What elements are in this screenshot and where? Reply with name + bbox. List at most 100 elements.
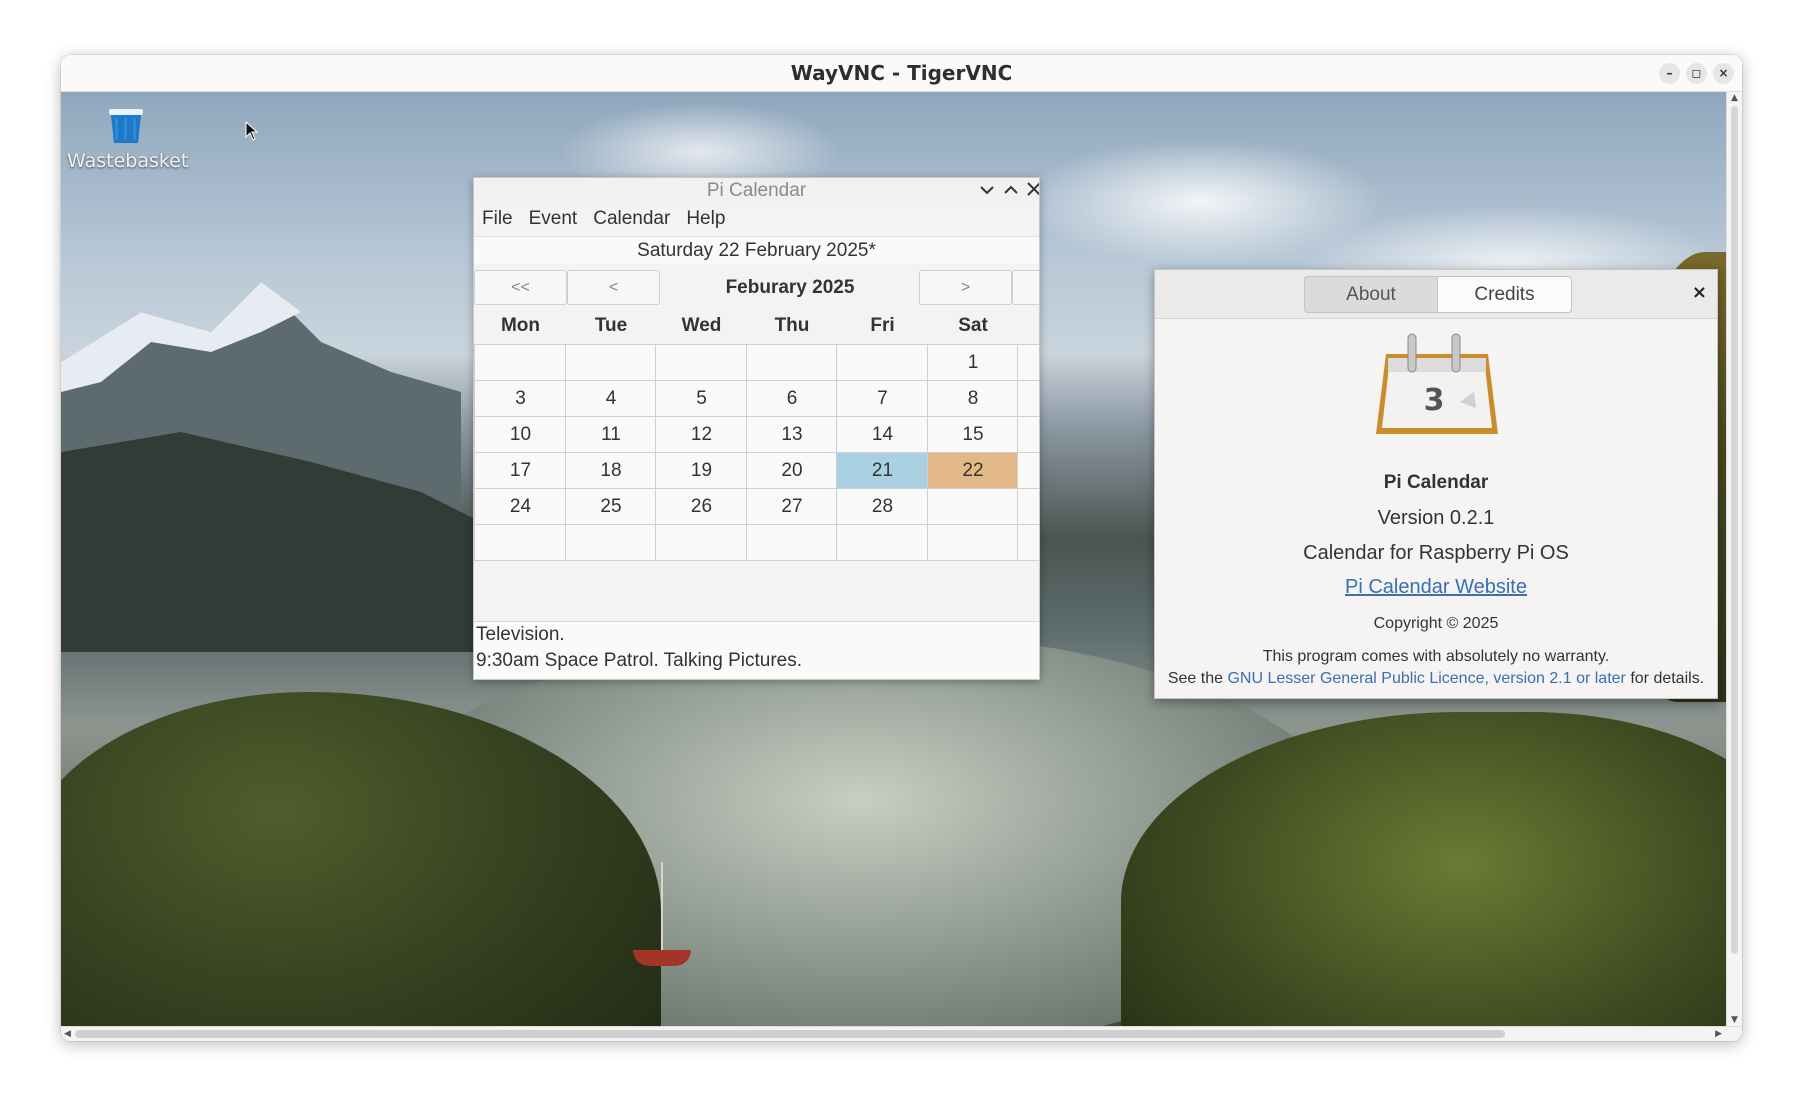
calendar-day-cell[interactable]: 2 [1017, 344, 1039, 381]
calendar-day-cell[interactable]: 9 [1017, 380, 1039, 417]
menu-help[interactable]: Help [678, 204, 733, 234]
calendar-day-cell[interactable]: 16 [1017, 416, 1039, 453]
calendar-day-cell[interactable] [745, 344, 839, 381]
calendar-day-cell[interactable]: 22 [926, 452, 1020, 489]
tab-about[interactable]: About [1304, 276, 1438, 313]
tab-credits[interactable]: Credits [1438, 276, 1572, 313]
close-icon[interactable] [1027, 182, 1040, 196]
pi-calendar-window: Pi Calendar File Event Calendar Help Sat… [473, 177, 1040, 680]
selected-date-label: Saturday 22 February 2025* [474, 236, 1039, 264]
vnc-window-title: WayVNC - TigerVNC [790, 61, 1013, 85]
scroll-right-arrow-icon[interactable]: ▶ [1715, 1029, 1722, 1039]
prev-year-button[interactable]: << [474, 270, 567, 305]
calendar-day-cell[interactable]: 27 [745, 488, 839, 525]
calendar-day-cell[interactable]: 3 [474, 380, 567, 417]
calendar-day-cell[interactable]: 23 [1017, 452, 1039, 489]
month-label: Feburary 2025 [725, 277, 855, 298]
calendar-day-cell[interactable]: 5 [655, 380, 748, 417]
calendar-menubar: File Event Calendar Help [474, 204, 1039, 234]
day-header-4: Fri [870, 315, 895, 336]
calendar-day-cell[interactable]: 8 [926, 380, 1020, 417]
trash-icon [109, 109, 143, 143]
calendar-day-cell[interactable] [1017, 524, 1039, 561]
calendar-day-cell[interactable]: 13 [745, 416, 839, 453]
calendar-day-cell[interactable]: 15 [926, 416, 1020, 453]
calendar-day-cell[interactable]: 25 [564, 488, 658, 525]
calendar-day-cell[interactable] [1017, 488, 1039, 525]
about-description: Calendar for Raspberry Pi OS [1303, 542, 1569, 564]
calendar-day-cell[interactable]: 24 [474, 488, 567, 525]
calendar-day-cell[interactable]: 10 [474, 416, 567, 453]
calendar-day-cell[interactable]: 20 [745, 452, 839, 489]
desktop-wallpaper: Wastebasket Pi Calendar File Event Calen… [61, 92, 1726, 1026]
chevron-down-icon[interactable] [980, 184, 994, 196]
day-header-2: Wed [681, 315, 722, 336]
about-version: Version 0.2.1 [1377, 507, 1495, 529]
day-header-1: Tue [594, 315, 628, 336]
day-headers: Mon Tue Wed Thu Fri Sat Sun [474, 308, 1039, 344]
calendar-day-cell[interactable]: 6 [745, 380, 839, 417]
calendar-day-cell[interactable] [836, 344, 929, 381]
vnc-titlebar[interactable]: WayVNC - TigerVNC – ◻ × [61, 55, 1742, 92]
calendar-day-cell[interactable] [564, 524, 658, 561]
calendar-day-cell[interactable]: 17 [474, 452, 567, 489]
menu-event[interactable]: Event [521, 204, 586, 234]
mouse-cursor-icon [245, 121, 259, 141]
calendar-day-cell[interactable]: 7 [836, 380, 929, 417]
next-month-button[interactable]: > [919, 270, 1012, 305]
calendar-icon-number: 3 [1424, 383, 1445, 418]
calendar-day-cell[interactable]: 14 [836, 416, 929, 453]
calendar-day-cell[interactable] [836, 524, 929, 561]
about-app-name: Pi Calendar [1383, 472, 1489, 493]
calendar-title: Pi Calendar [706, 180, 807, 201]
minimize-button[interactable]: – [1659, 63, 1680, 84]
calendar-day-cell[interactable] [655, 344, 748, 381]
calendar-day-cell[interactable] [926, 488, 1020, 525]
calendar-app-icon: 3 [1376, 333, 1498, 434]
calendar-day-cell[interactable] [474, 344, 567, 381]
about-copyright: Copyright © 2025 [1373, 615, 1499, 632]
calendar-day-cell[interactable]: 18 [564, 452, 658, 489]
scroll-up-arrow-icon[interactable]: ▲ [1731, 93, 1738, 103]
licence-suffix: for details. [1625, 670, 1705, 687]
website-link-text[interactable]: Pi Calendar Website [1345, 576, 1527, 598]
vertical-scrollbar[interactable]: ▲ ▼ [1726, 92, 1742, 1026]
event-line[interactable]: 9:30am Space Patrol. Talking Pictures. [476, 650, 802, 672]
next-year-button[interactable]: >> [1012, 270, 1039, 305]
vnc-window: WayVNC - TigerVNC – ◻ × Wastebasket Pi C… [61, 55, 1742, 1041]
calendar-day-cell[interactable]: 1 [926, 344, 1020, 381]
close-icon[interactable]: × [1692, 282, 1707, 303]
menu-file[interactable]: File [474, 204, 521, 234]
chevron-up-icon[interactable] [1004, 184, 1018, 196]
scroll-down-arrow-icon[interactable]: ▼ [1731, 1015, 1738, 1025]
menu-calendar[interactable]: Calendar [585, 204, 678, 234]
prev-month-button[interactable]: < [567, 270, 660, 305]
calendar-day-cell[interactable] [745, 524, 839, 561]
calendar-day-cell[interactable]: 12 [655, 416, 748, 453]
maximize-button[interactable]: ◻ [1686, 63, 1707, 84]
vertical-scroll-thumb[interactable] [1731, 106, 1738, 954]
horizontal-scroll-thumb[interactable] [75, 1030, 1505, 1038]
about-warranty: This program comes with absolutely no wa… [1262, 648, 1610, 665]
sailboat [633, 950, 691, 966]
event-line[interactable]: Television. [476, 624, 565, 646]
horizontal-scrollbar[interactable]: ◀ ▶ [61, 1026, 1742, 1041]
calendar-day-cell[interactable]: 4 [564, 380, 658, 417]
calendar-day-cell[interactable]: 26 [655, 488, 748, 525]
calendar-day-cell[interactable]: 19 [655, 452, 748, 489]
calendar-day-cell[interactable]: 11 [564, 416, 658, 453]
calendar-day-cell[interactable] [564, 344, 658, 381]
calendar-day-cell[interactable] [474, 524, 567, 561]
calendar-day-cell[interactable]: 28 [836, 488, 929, 525]
about-dialog-header: About Credits × [1155, 270, 1717, 319]
calendar-day-cell[interactable] [655, 524, 748, 561]
wastebasket-label: Wastebasket [67, 150, 189, 172]
calendar-day-cell[interactable] [926, 524, 1020, 561]
close-button[interactable]: × [1713, 63, 1734, 84]
day-header-5: Sat [958, 315, 988, 336]
calendar-day-cell[interactable]: 21 [836, 452, 929, 489]
scroll-left-arrow-icon[interactable]: ◀ [64, 1029, 71, 1039]
calendar-titlebar[interactable]: Pi Calendar [474, 178, 1039, 204]
licence-link[interactable]: GNU Lesser General Public Licence, versi… [1227, 670, 1625, 687]
day-header-3: Thu [774, 315, 810, 336]
